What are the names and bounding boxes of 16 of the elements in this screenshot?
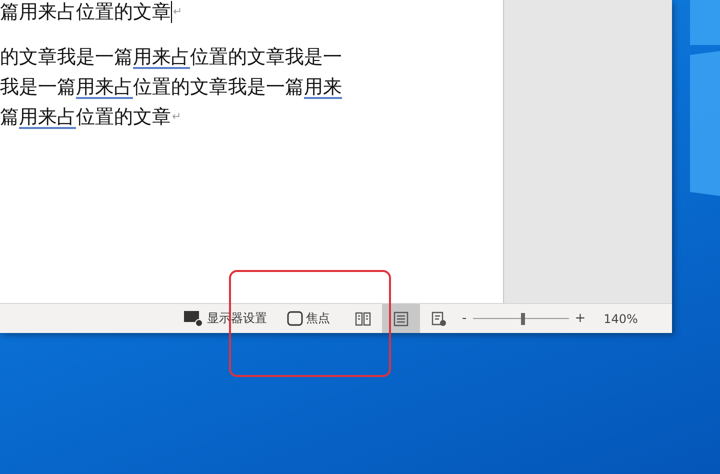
text-line: 篇用来占位置的文章↵ — [0, 0, 184, 24]
zoom-level: 140% — [604, 312, 638, 326]
view-button[interactable] — [382, 304, 420, 333]
zoom-out-button[interactable]: - — [458, 311, 471, 326]
book-icon — [355, 312, 371, 326]
zoom-in-button[interactable]: + — [570, 311, 590, 326]
page-lines-icon — [393, 310, 409, 326]
focus-button[interactable]: 焦点 — [281, 304, 336, 333]
focus-frame-icon — [287, 311, 303, 326]
text-line: 的文章我是一篇用来占位置的文章我是一 — [0, 45, 343, 70]
paragraph-mark: ↵ — [172, 109, 182, 125]
text-line: 我是一篇用来占位置的文章我是一篇用来 — [0, 75, 343, 100]
web-page-icon — [431, 310, 447, 326]
text-line: 篇用来占位置的文章↵ — [0, 104, 182, 131]
paragraph-mark: ↵ — [173, 4, 182, 20]
zoom-thumb[interactable] — [520, 312, 525, 324]
